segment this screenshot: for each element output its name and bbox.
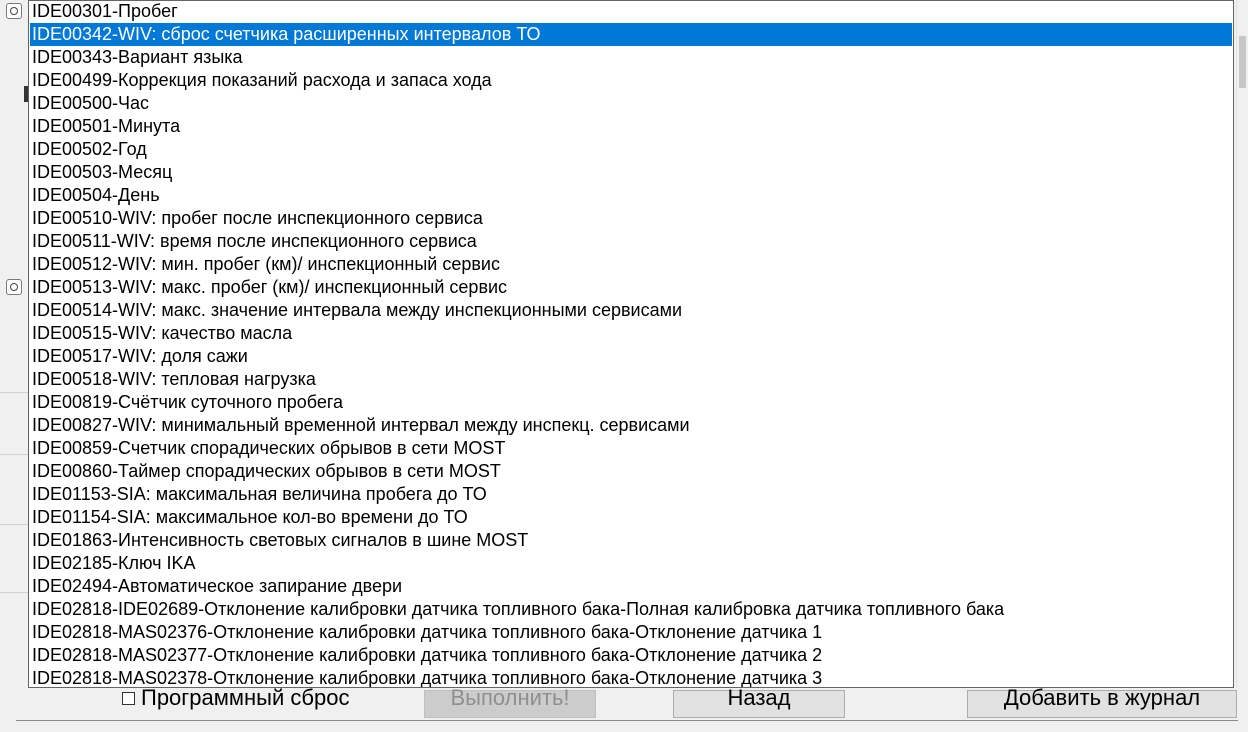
list-item[interactable]: IDE00518-WIV: тепловая нагрузка [30, 368, 1232, 391]
background-left-panel [0, 0, 29, 732]
list-item[interactable]: IDE00502-Год [30, 138, 1232, 161]
back-button[interactable]: Назад [673, 687, 845, 718]
execute-button[interactable]: Выполнить! [424, 687, 596, 718]
list-item[interactable]: IDE00343-Вариант языка [30, 46, 1232, 69]
list-item[interactable]: IDE00514-WIV: макс. значение интервала м… [30, 299, 1232, 322]
app-window: IDE00301-Пробег IDE00342-WIV: сброс счетч… [0, 0, 1248, 732]
list-item[interactable]: IDE01863-Интенсивность световых сигналов… [30, 529, 1232, 552]
list-item[interactable]: IDE00513-WIV: макс. пробег (км)/ инспекц… [30, 276, 1232, 299]
divider [0, 454, 28, 455]
parameter-dropdown-list[interactable]: IDE00301-Пробег IDE00342-WIV: сброс счетч… [28, 0, 1234, 688]
list-item-selected[interactable]: IDE00342-WIV: сброс счетчика расширенных… [30, 23, 1232, 46]
software-reset-label: Программный сброс [141, 685, 350, 710]
list-item[interactable]: IDE00859-Счетчик спорадических обрывов в… [30, 437, 1232, 460]
checkbox-box[interactable] [122, 691, 135, 705]
list-item[interactable]: IDE00511-WIV: время после инспекционного… [30, 230, 1232, 253]
list-item[interactable]: IDE00503-Месяц [30, 161, 1232, 184]
list-item[interactable]: IDE00827-WIV: минимальный временной инте… [30, 414, 1232, 437]
software-reset-checkbox[interactable]: Программный сброс [122, 685, 350, 710]
list-item[interactable]: IDE00515-WIV: качество масла [30, 322, 1232, 345]
list-item[interactable]: IDE02818-MAS02376-Отклонение калибровки … [30, 621, 1232, 644]
list-item[interactable]: IDE02494-Автоматическое запирание двери [30, 575, 1232, 598]
divider [0, 392, 28, 393]
dropdown-icon[interactable] [6, 3, 22, 19]
background-scrollbar[interactable] [1236, 0, 1248, 690]
scrollbar-thumb[interactable] [1239, 36, 1246, 88]
list-item[interactable]: IDE00517-WIV: доля сажи [30, 345, 1232, 368]
add-to-log-button[interactable]: Добавить в журнал [967, 687, 1237, 718]
divider [0, 524, 28, 525]
list-item[interactable]: IDE00860-Таймер спорадических обрывов в … [30, 460, 1232, 483]
list-item[interactable]: IDE00819-Счётчик суточного пробега [30, 391, 1232, 414]
dropdown-icon[interactable] [6, 279, 22, 295]
window-border [16, 720, 1238, 721]
list-item[interactable]: IDE00510-WIV: пробег после инспекционног… [30, 207, 1232, 230]
list-item[interactable]: IDE00504-День [30, 184, 1232, 207]
divider [0, 592, 28, 593]
list-item[interactable]: IDE02818-MAS02377-Отклонение калибровки … [30, 644, 1232, 667]
list-item[interactable]: IDE01153-SIA: максимальная величина проб… [30, 483, 1232, 506]
list-item[interactable]: IDE00501-Минута [30, 115, 1232, 138]
list-item[interactable]: IDE01154-SIA: максимальное кол-во времен… [30, 506, 1232, 529]
list-item[interactable]: IDE00512-WIV: мин. пробег (км)/ инспекци… [30, 253, 1232, 276]
list-item[interactable]: IDE00499-Коррекция показаний расхода и з… [30, 69, 1232, 92]
list-item[interactable]: IDE00500-Час [30, 92, 1232, 115]
list-item[interactable]: IDE02185-Ключ IKA [30, 552, 1232, 575]
list-item[interactable]: IDE00301-Пробег [30, 1, 1232, 23]
list-item[interactable]: IDE02818-IDE02689-Отклонение калибровки … [30, 598, 1232, 621]
